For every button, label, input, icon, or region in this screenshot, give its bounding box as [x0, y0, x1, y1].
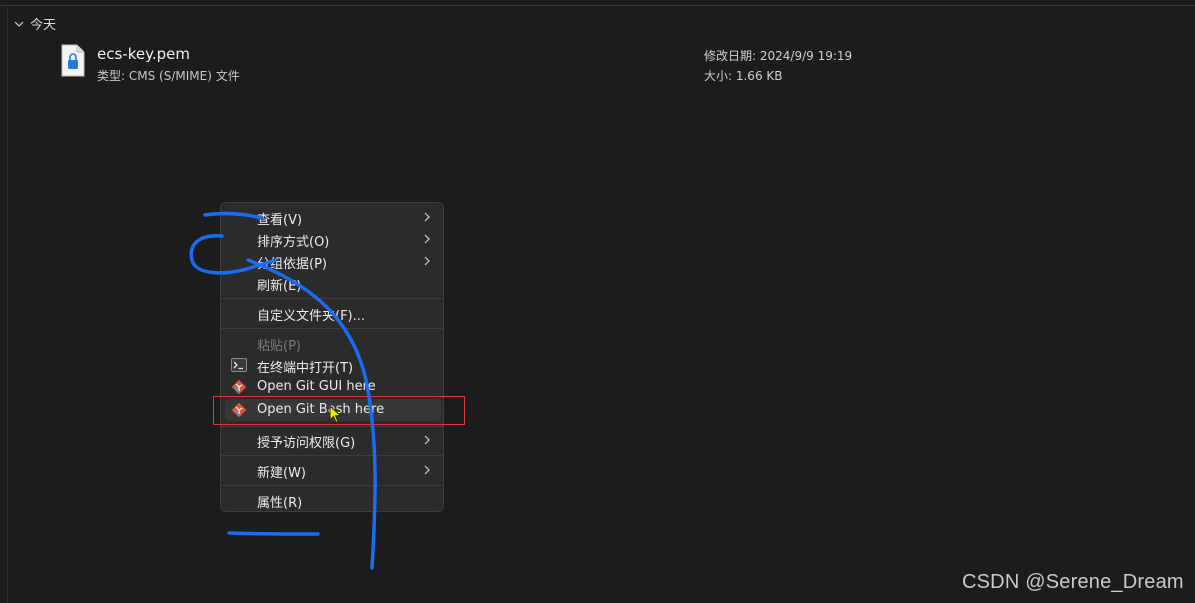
group-title: 今天: [30, 18, 57, 33]
menu-item-customize-folder[interactable]: 自定义文件夹(F)...: [225, 302, 441, 324]
certificate-file-icon: [61, 44, 85, 77]
menu-item-label: 新建(W): [257, 466, 306, 481]
chevron-right-icon: [424, 234, 430, 244]
menu-item-give-access[interactable]: 授予访问权限(G): [225, 429, 441, 451]
context-menu: 查看(V) 排序方式(O) 分组依据(P) 刷新(E) 自定义文件夹(F)...…: [220, 202, 444, 512]
pen-annotation-strokes: [189, 211, 377, 570]
menu-item-label: 授予访问权限(G): [257, 436, 356, 451]
menu-item-view[interactable]: 查看(V): [225, 206, 441, 228]
menu-item-label: 属性(R): [257, 496, 303, 511]
menu-separator: [221, 485, 443, 486]
menu-item-properties[interactable]: 属性(R): [225, 489, 441, 511]
menu-separator: [221, 298, 443, 299]
terminal-icon: [231, 358, 247, 372]
menu-item-open-in-terminal[interactable]: 在终端中打开(T): [225, 354, 441, 376]
file-type: 类型: CMS (S/MIME) 文件: [97, 69, 240, 83]
group-header-today[interactable]: 今天: [14, 14, 56, 33]
file-modified-date: 修改日期: 2024/9/9 19:19: [704, 49, 853, 63]
chevron-right-icon: [424, 256, 430, 266]
menu-separator: [221, 426, 443, 427]
mouse-cursor-icon: [329, 405, 342, 424]
menu-item-label: 分组依据(P): [257, 257, 327, 272]
pane-left-border: [7, 5, 8, 603]
chevron-right-icon: [424, 465, 430, 475]
menu-separator: [221, 328, 443, 329]
file-name: ecs-key.pem: [97, 45, 190, 63]
annotation-stroke-underline: [227, 531, 320, 536]
menu-separator: [221, 455, 443, 456]
chevron-right-icon: [424, 212, 430, 222]
menu-item-label: 粘贴(P): [257, 339, 301, 354]
menu-item-group-by[interactable]: 分组依据(P): [225, 250, 441, 272]
menu-item-sort-by[interactable]: 排序方式(O): [225, 228, 441, 250]
chevron-right-icon: [424, 435, 430, 445]
window-top-border: [0, 5, 1195, 6]
chevron-down-icon: [14, 21, 24, 27]
watermark-text: CSDN @Serene_Dream: [962, 571, 1184, 593]
menu-item-refresh[interactable]: 刷新(E): [225, 272, 441, 294]
file-size: 大小: 1.66 KB: [704, 69, 783, 83]
git-icon: [231, 379, 247, 395]
menu-item-open-git-gui[interactable]: Open Git GUI here: [225, 376, 441, 398]
menu-item-label: 自定义文件夹(F)...: [257, 309, 366, 324]
file-item[interactable]: ecs-key.pem 类型: CMS (S/MIME) 文件 修改日期: 20…: [55, 42, 1175, 88]
menu-item-label: 刷新(E): [257, 279, 302, 294]
menu-item-paste: 粘贴(P): [225, 332, 441, 354]
menu-item-label: 在终端中打开(T): [257, 361, 354, 376]
menu-item-label: 查看(V): [257, 213, 303, 228]
menu-item-label: Open Git GUI here: [257, 379, 376, 394]
menu-item-label: 排序方式(O): [257, 235, 330, 250]
menu-item-new[interactable]: 新建(W): [225, 459, 441, 481]
